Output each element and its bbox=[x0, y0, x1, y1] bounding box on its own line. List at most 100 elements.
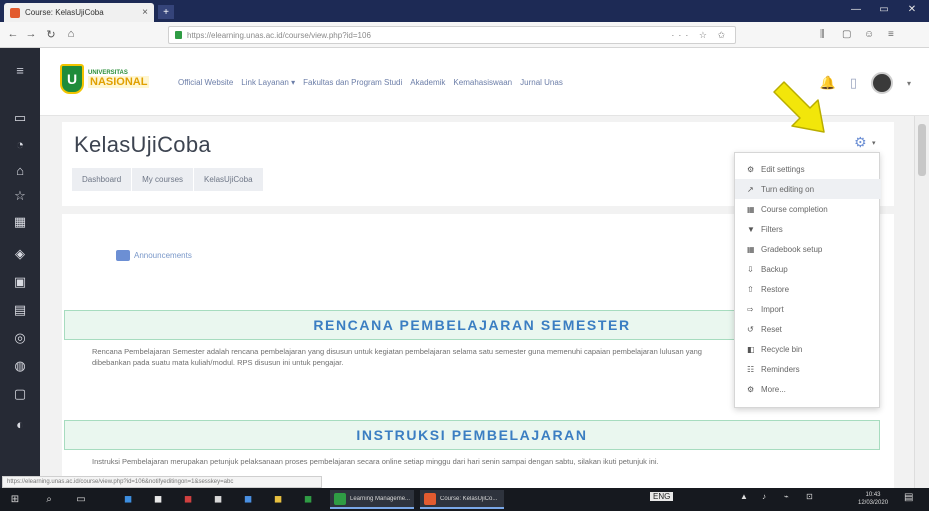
menu-item-label: Turn editing on bbox=[761, 184, 815, 194]
menu-akademik[interactable]: Akademik bbox=[410, 78, 445, 87]
menu-icon[interactable]: ≡ bbox=[888, 29, 894, 40]
menu-item-filters[interactable]: ▼ Filters bbox=[735, 219, 881, 239]
tray-expand-icon[interactable]: ▲ bbox=[740, 492, 748, 501]
logo-line2: NASIONAL bbox=[88, 76, 150, 88]
breadcrumb-dashboard[interactable]: Dashboard bbox=[72, 168, 132, 191]
network-icon[interactable]: ⌁ bbox=[784, 492, 789, 501]
menu-item-turn-editing-on[interactable]: ↗ Turn editing on bbox=[735, 179, 881, 199]
announcements-link[interactable]: Announcements bbox=[116, 250, 192, 261]
section-rps-title: RENCANA PEMBELAJARAN SEMESTER bbox=[313, 317, 631, 333]
menu-item-import[interactable]: ⇨ Import bbox=[735, 299, 881, 319]
menu-item-restore[interactable]: ⇧ Restore bbox=[735, 279, 881, 299]
menu-item-label: Course completion bbox=[761, 204, 828, 214]
taskbar-clock[interactable]: 10:43 12/03/2020 bbox=[858, 491, 888, 507]
menu-item-reset[interactable]: ↺ Reset bbox=[735, 319, 881, 339]
pinned-app-3-icon[interactable]: ◼ bbox=[180, 492, 196, 507]
gear-caret-icon[interactable]: ▾ bbox=[872, 139, 876, 147]
menu-kemahasiswaan[interactable]: Kemahasiswaan bbox=[453, 78, 512, 87]
browser-tab-course[interactable]: Course: KelasUjiCoba × bbox=[4, 3, 154, 22]
minimize-button[interactable]: — bbox=[846, 4, 866, 15]
page-actions-icon[interactable]: ··· ☆ ✩ bbox=[671, 30, 729, 41]
section-instruksi-header: INSTRUKSI PEMBELAJARAN bbox=[64, 420, 880, 450]
pinned-app-5-icon[interactable]: ◼ bbox=[240, 492, 256, 507]
section-instruksi-title: INSTRUKSI PEMBELAJARAN bbox=[356, 427, 588, 443]
main-menu: Official Website Link Layanan ▾ Fakultas… bbox=[178, 78, 563, 87]
menu-item-recycle-bin[interactable]: ◧ Recycle bin bbox=[735, 339, 881, 359]
account-icon[interactable]: ☺ bbox=[864, 29, 874, 40]
messages-icon[interactable]: ▯ bbox=[850, 75, 857, 91]
home-icon[interactable]: ⌂ bbox=[0, 156, 40, 184]
folder-icon[interactable]: ▦ bbox=[0, 208, 40, 236]
address-bar[interactable]: https://elearning.unas.ac.id/course/view… bbox=[168, 26, 736, 44]
pinned-app-1-icon[interactable]: ◼ bbox=[120, 492, 136, 507]
dashboard-icon[interactable]: ▭ bbox=[0, 104, 40, 132]
menu-fakultas[interactable]: Fakultas dan Program Studi bbox=[303, 78, 402, 87]
page-scrollbar[interactable] bbox=[914, 116, 929, 488]
sidebar-icon[interactable]: ▢ bbox=[842, 29, 851, 40]
menu-item-label: Reminders bbox=[761, 364, 800, 374]
user-nav: 🔔 ▯ ▾ bbox=[820, 72, 911, 94]
pinned-app-4-icon[interactable]: ◼ bbox=[210, 492, 226, 507]
library-icon[interactable]: ⫼ bbox=[820, 29, 825, 40]
grid-icon[interactable]: ▤ bbox=[0, 296, 40, 324]
back-button[interactable]: ← bbox=[6, 28, 20, 40]
clock-time: 10:43 bbox=[865, 492, 881, 498]
chat-icon[interactable]: ▢ bbox=[0, 380, 40, 408]
user-menu-caret-icon[interactable]: ▾ bbox=[907, 79, 911, 88]
search-icon[interactable]: ⌕ bbox=[40, 492, 58, 507]
menu-item-reminders[interactable]: ☷ Reminders bbox=[735, 359, 881, 379]
pinned-app-7-icon[interactable]: ◼ bbox=[300, 492, 316, 507]
language-indicator[interactable]: ENG bbox=[650, 492, 674, 501]
menu-item-course-completion[interactable]: ▦ Course completion bbox=[735, 199, 881, 219]
book-icon[interactable]: ◍ bbox=[0, 352, 40, 380]
grades-icon: ▦ bbox=[747, 244, 755, 254]
import-icon: ⇨ bbox=[747, 304, 754, 314]
breadcrumb-course[interactable]: KelasUjiCoba bbox=[194, 168, 263, 191]
pinned-app-6-icon[interactable]: ◼ bbox=[270, 492, 286, 507]
menu-item-more[interactable]: ⚙ More... bbox=[735, 379, 881, 399]
reload-button[interactable]: ↻ bbox=[44, 28, 58, 41]
reset-icon: ↺ bbox=[747, 324, 754, 334]
hamburger-icon[interactable]: ≡ bbox=[0, 56, 40, 84]
menu-jurnal-unas[interactable]: Jurnal Unas bbox=[520, 78, 563, 87]
badge-icon[interactable]: ◎ bbox=[0, 324, 40, 352]
menu-item-label: Recycle bin bbox=[761, 344, 803, 354]
graduation-icon[interactable]: ◈ bbox=[0, 240, 40, 268]
clock-date: 12/03/2020 bbox=[858, 500, 889, 506]
maximize-button[interactable]: ▭ bbox=[874, 4, 894, 15]
user-avatar[interactable] bbox=[870, 72, 893, 94]
menu-item-edit-settings[interactable]: ⚙ Edit settings bbox=[735, 159, 881, 179]
menu-item-label: More... bbox=[761, 384, 786, 394]
menu-item-label: Filters bbox=[761, 224, 783, 234]
battery-icon[interactable]: ⊡ bbox=[806, 492, 813, 501]
home-button[interactable]: ⌂ bbox=[64, 28, 78, 40]
forward-button[interactable]: → bbox=[24, 28, 38, 40]
star-icon[interactable]: ☆ bbox=[0, 182, 40, 210]
lock-icon bbox=[175, 31, 182, 39]
breadcrumb-my-courses[interactable]: My courses bbox=[132, 168, 194, 191]
settings-icon[interactable]: ◐ bbox=[0, 410, 40, 438]
close-window-button[interactable]: ✕ bbox=[902, 4, 922, 15]
list-icon: ☷ bbox=[747, 364, 755, 374]
menu-official-website[interactable]: Official Website bbox=[178, 78, 233, 87]
task-view-icon[interactable]: ▭ bbox=[72, 492, 90, 507]
announcements-label: Announcements bbox=[134, 251, 192, 260]
start-button-icon[interactable]: ⊞ bbox=[6, 492, 24, 507]
calendar-icon[interactable]: ◔ bbox=[0, 130, 40, 158]
site-logo[interactable]: U UNIVERSITAS NASIONAL bbox=[60, 58, 160, 100]
pinned-app-2-icon[interactable]: ◼ bbox=[150, 492, 166, 507]
menu-item-gradebook-setup[interactable]: ▦ Gradebook setup bbox=[735, 239, 881, 259]
volume-icon[interactable]: ♪ bbox=[762, 492, 766, 501]
scrollbar-thumb[interactable] bbox=[918, 124, 926, 176]
menu-item-backup[interactable]: ⇩ Backup bbox=[735, 259, 881, 279]
notifications-icon[interactable]: ▤ bbox=[904, 492, 913, 503]
taskbar-app-learning[interactable]: Learning Manageme... bbox=[330, 490, 414, 509]
taskbar-app-course[interactable]: Course: KelasUjiCo... bbox=[420, 490, 504, 509]
menu-link-layanan[interactable]: Link Layanan ▾ bbox=[241, 78, 295, 87]
firefox-icon bbox=[424, 492, 436, 505]
app-icon bbox=[334, 492, 346, 505]
new-tab-button[interactable]: + bbox=[158, 5, 174, 19]
archive-icon[interactable]: ▣ bbox=[0, 268, 40, 296]
tab-close-icon[interactable]: × bbox=[142, 7, 148, 18]
course-settings-gear-icon[interactable]: ⚙ bbox=[854, 134, 867, 151]
